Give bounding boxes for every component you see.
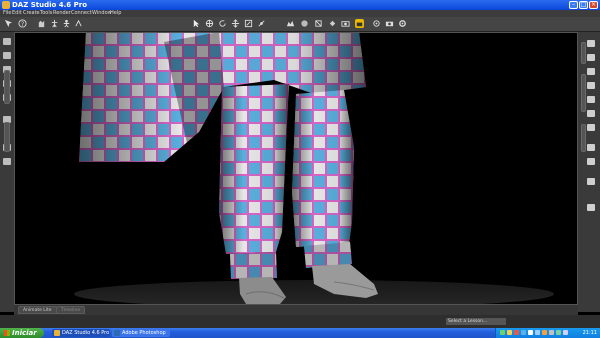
- network-icon[interactable]: [500, 330, 505, 335]
- left-side-tab-2[interactable]: [4, 122, 10, 152]
- window-controls: – □ ×: [569, 1, 598, 9]
- morph-icon[interactable]: [3, 158, 11, 165]
- hand-tool-icon[interactable]: [37, 19, 46, 28]
- window-title: DAZ Studio 4.6 Pro: [12, 1, 87, 9]
- active-pose-icon[interactable]: [74, 19, 83, 28]
- open-file-icon[interactable]: [3, 52, 11, 59]
- menu-help[interactable]: Help: [110, 10, 121, 17]
- lesson-select[interactable]: Select a Lesson...: [446, 318, 506, 325]
- daz-task-icon: [54, 330, 60, 336]
- spot-render-icon[interactable]: [372, 19, 381, 28]
- menu-file[interactable]: File: [3, 10, 11, 17]
- update-icon[interactable]: [542, 330, 547, 335]
- app-window: DAZ Studio 4.6 Pro – □ × File Edit Creat…: [0, 0, 600, 338]
- render-settings-icon[interactable]: [355, 19, 364, 28]
- task-label: Adobe Photoshop: [122, 330, 166, 336]
- scale-icon[interactable]: [244, 19, 253, 28]
- minimize-button[interactable]: –: [569, 1, 578, 9]
- tab-animate-lite[interactable]: Animate Lite: [18, 306, 57, 314]
- maximize-button[interactable]: □: [579, 1, 588, 9]
- joint-editor-icon[interactable]: [257, 19, 266, 28]
- title-bar: DAZ Studio 4.6 Pro – □ ×: [0, 0, 600, 10]
- start-button[interactable]: Iniciar: [0, 328, 44, 338]
- render-settings-panel-icon[interactable]: [587, 54, 595, 61]
- camera-panel-icon[interactable]: [587, 178, 595, 185]
- geometry-editor-icon[interactable]: [314, 19, 323, 28]
- security-icon[interactable]: [507, 330, 512, 335]
- right-side-tab-1[interactable]: [581, 42, 586, 64]
- translate-icon[interactable]: [231, 19, 240, 28]
- taskbar-clock[interactable]: 21:11: [583, 328, 597, 338]
- whats-this-icon[interactable]: [4, 19, 13, 28]
- smart-content-icon[interactable]: [587, 204, 595, 211]
- left-dock: [0, 32, 14, 312]
- shaping-panel-icon[interactable]: [587, 96, 595, 103]
- node-weight-icon[interactable]: [286, 19, 295, 28]
- task-photoshop[interactable]: Adobe Photoshop: [112, 329, 170, 337]
- left-side-tab-1[interactable]: [4, 70, 10, 104]
- daz-app-icon: [2, 1, 10, 9]
- surfaces-panel-icon[interactable]: [587, 124, 595, 131]
- svg-text:?: ?: [21, 21, 24, 28]
- region-navigator-icon[interactable]: [328, 19, 337, 28]
- universal-tool-icon[interactable]: [205, 19, 214, 28]
- figure-panel-icon[interactable]: [587, 158, 595, 165]
- right-dock: [578, 32, 600, 312]
- photoshop-task-icon: [114, 330, 120, 336]
- surface-selection-icon[interactable]: [300, 19, 309, 28]
- display-icon[interactable]: [535, 330, 540, 335]
- rotate-icon[interactable]: [218, 19, 227, 28]
- bluetooth-icon[interactable]: [521, 330, 526, 335]
- menu-bar: File Edit Create Tools Render Connect Wi…: [0, 10, 600, 17]
- system-tray: 21:11: [495, 328, 600, 338]
- right-side-tab-3[interactable]: [581, 124, 586, 152]
- task-daz-studio[interactable]: DAZ Studio 4.6 Pro: [52, 329, 110, 337]
- bottom-dock: [0, 315, 600, 328]
- antivirus-icon[interactable]: [514, 330, 519, 335]
- safely-remove-icon[interactable]: [549, 330, 554, 335]
- render-icon[interactable]: [341, 19, 350, 28]
- gear-icon[interactable]: [398, 19, 407, 28]
- 3d-viewport[interactable]: [14, 32, 578, 305]
- scene-render: [14, 32, 578, 305]
- new-scene-icon[interactable]: [3, 38, 11, 45]
- menu-connect[interactable]: Connect: [71, 10, 92, 17]
- menu-create[interactable]: Create: [23, 10, 40, 17]
- menu-render[interactable]: Render: [53, 10, 71, 17]
- windows-logo-icon: [4, 330, 10, 336]
- help-icon[interactable]: ?: [18, 19, 27, 28]
- start-label: Iniciar: [12, 329, 37, 337]
- close-button[interactable]: ×: [589, 1, 598, 9]
- tab-timeline[interactable]: Timeline: [56, 306, 86, 314]
- windows-taskbar: Iniciar DAZ Studio 4.6 Pro Adobe Photosh…: [0, 328, 600, 338]
- right-side-tab-2[interactable]: [581, 74, 586, 112]
- scene-panel-icon[interactable]: [587, 68, 595, 75]
- pointer-icon[interactable]: [192, 19, 201, 28]
- figure-tool-icon[interactable]: [62, 19, 71, 28]
- lights-panel-icon[interactable]: [587, 144, 595, 151]
- posing-panel-icon[interactable]: [587, 110, 595, 117]
- menu-tools[interactable]: Tools: [40, 10, 52, 17]
- messenger-icon[interactable]: [556, 330, 561, 335]
- menu-window[interactable]: Window: [92, 10, 112, 17]
- pose-tool-icon[interactable]: [50, 19, 59, 28]
- volume-icon[interactable]: [528, 330, 533, 335]
- bottom-panel-tabs: Animate Lite Timeline: [14, 305, 578, 315]
- keyboard-icon[interactable]: [563, 330, 568, 335]
- camera-icon[interactable]: [385, 19, 394, 28]
- parameters-panel-icon[interactable]: [587, 82, 595, 89]
- menu-edit[interactable]: Edit: [12, 10, 22, 17]
- main-toolbar: ?: [0, 17, 600, 32]
- task-label: DAZ Studio 4.6 Pro: [62, 330, 110, 336]
- tools-settings-icon[interactable]: [587, 40, 595, 47]
